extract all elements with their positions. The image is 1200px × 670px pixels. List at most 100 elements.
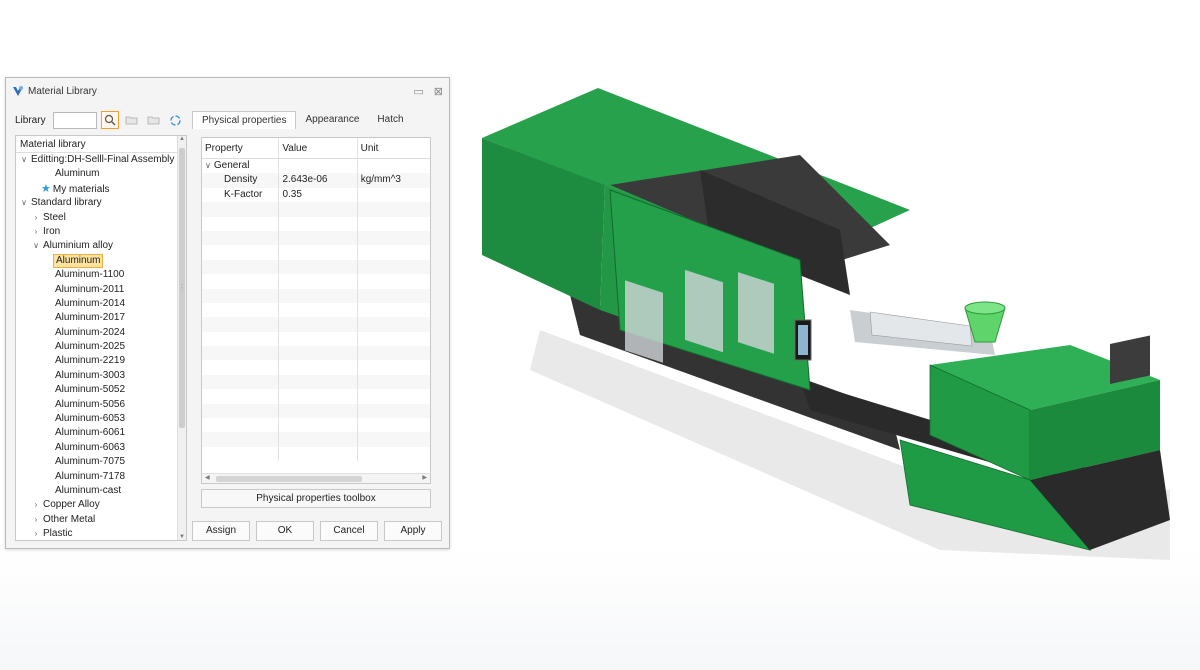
chevron-right-icon[interactable]: › xyxy=(31,225,41,239)
tree-item[interactable]: ∨ Aluminium alloy xyxy=(16,239,186,253)
chevron-right-icon[interactable]: › xyxy=(31,498,41,512)
scroll-left-icon[interactable]: ◀ xyxy=(205,474,210,481)
search-button[interactable] xyxy=(100,111,119,129)
chevron-right-icon[interactable]: › xyxy=(31,211,41,225)
cancel-button[interactable]: Cancel xyxy=(320,521,378,541)
scroll-right-icon[interactable]: ▶ xyxy=(422,474,427,481)
chevron-down-icon[interactable]: ∨ xyxy=(31,239,41,253)
tree-item-label: Aluminum-2024 xyxy=(55,326,126,338)
control-panel-display xyxy=(798,325,808,355)
folder-export-icon xyxy=(147,116,159,125)
scroll-down-icon[interactable]: ▼ xyxy=(178,534,186,540)
pin-icon[interactable]: ▭ xyxy=(413,85,423,98)
tree-item[interactable]: Aluminum-2219 xyxy=(16,354,186,368)
empty-property-row xyxy=(202,288,430,303)
tree-item-label: Aluminum-5056 xyxy=(55,398,126,410)
tree-item[interactable]: › Iron xyxy=(16,225,186,239)
tree-item[interactable]: Aluminum-2024 xyxy=(16,326,186,340)
tree-scrollbar[interactable]: ▲ ▼ xyxy=(177,136,186,540)
property-value[interactable]: 2.643e-06 xyxy=(279,173,358,188)
tree-item-label: Aluminium alloy xyxy=(43,240,114,252)
ok-button[interactable]: OK xyxy=(256,521,314,541)
tree-item[interactable]: Aluminum-5056 xyxy=(16,398,186,412)
property-row[interactable]: K-Factor 0.35 xyxy=(202,187,430,203)
tree-item[interactable]: Aluminum xyxy=(16,253,186,268)
empty-property-row xyxy=(202,331,430,347)
chevron-down-icon[interactable]: ∨ xyxy=(19,153,29,167)
empty-property-row xyxy=(202,403,430,419)
tree-item[interactable]: Aluminum-5052 xyxy=(16,383,186,397)
scroll-up-icon[interactable]: ▲ xyxy=(178,136,186,142)
column-header-property[interactable]: Property xyxy=(202,138,280,158)
tree-item[interactable]: › Copper Alloy xyxy=(16,498,186,512)
tree-item-label: Aluminum-2011 xyxy=(55,283,125,295)
tree-item-label: Aluminum xyxy=(55,168,100,180)
apply-button[interactable]: Apply xyxy=(384,521,442,541)
empty-property-row xyxy=(202,202,430,217)
properties-hscrollbar[interactable]: ◀ ▶ xyxy=(202,473,430,483)
close-icon[interactable]: ⊠ xyxy=(434,85,443,98)
material-tree[interactable]: Material library ∨ Editting:DH-Selll-Fina… xyxy=(15,135,187,541)
tree-item[interactable]: Aluminum-3003 xyxy=(16,369,186,383)
tree-item[interactable]: Aluminum-6061 xyxy=(16,426,186,440)
tree-item[interactable]: Aluminum-6063 xyxy=(16,441,186,455)
tree-item[interactable]: Aluminum xyxy=(16,167,186,181)
physical-properties-toolbox-button[interactable]: Physical properties toolbox xyxy=(201,489,431,508)
property-row[interactable]: Density 2.643e-06 kg/mm^3 xyxy=(202,173,430,188)
tree-item[interactable]: Aluminum-7075 xyxy=(16,455,186,469)
column-header-unit[interactable]: Unit xyxy=(358,138,430,158)
panel-splitter[interactable]: ⋮ xyxy=(178,283,186,292)
material-library-dialog: Material Library ▭ ⊠ Library Physical pr… xyxy=(5,77,450,549)
empty-property-row xyxy=(202,446,430,462)
tree-item[interactable]: Aluminum-cast xyxy=(16,484,186,498)
property-group-row[interactable]: ∨ General xyxy=(202,159,430,174)
cabinet-vent xyxy=(1110,335,1150,384)
tab-appearance[interactable]: Appearance xyxy=(296,111,368,129)
chevron-down-icon[interactable]: ∨ xyxy=(19,196,29,210)
empty-property-row xyxy=(202,374,430,390)
tree-item[interactable]: ∨ Editting:DH-Selll-Final Assembly xyxy=(16,153,186,167)
tree-item[interactable]: Aluminum-1100 xyxy=(16,268,186,282)
tree-item-label: Editting:DH-Selll-Final Assembly xyxy=(31,154,175,165)
tree-item-label: Aluminum-7075 xyxy=(55,456,126,468)
properties-hscroll-thumb[interactable] xyxy=(216,476,362,482)
tree-item-label: Other Metal xyxy=(43,513,96,525)
assign-button[interactable]: Assign xyxy=(192,521,250,541)
column-header-value[interactable]: Value xyxy=(279,138,358,158)
empty-property-row xyxy=(202,317,430,332)
tree-item[interactable]: › Plastic xyxy=(16,527,186,540)
guard-window-3 xyxy=(738,272,774,354)
export-library-button[interactable] xyxy=(145,111,163,129)
tree-item-label: Standard library xyxy=(31,197,102,209)
tree-item[interactable]: ★ My materials xyxy=(16,182,186,196)
refresh-button[interactable] xyxy=(167,111,185,129)
tree-item[interactable]: ∨ Standard library xyxy=(16,196,186,210)
app-logo-icon xyxy=(13,86,23,96)
machine-3d-model[interactable] xyxy=(470,80,1180,580)
property-unit xyxy=(358,188,430,202)
import-library-button[interactable] xyxy=(123,111,141,129)
tree-item[interactable]: Aluminum-7178 xyxy=(16,470,186,484)
tree-item[interactable]: Aluminum-6053 xyxy=(16,412,186,426)
empty-property-row xyxy=(202,245,430,260)
tree-item[interactable]: Aluminum-2025 xyxy=(16,340,186,354)
star-icon: ★ xyxy=(41,182,51,195)
property-value[interactable]: 0.35 xyxy=(279,187,358,203)
empty-property-row xyxy=(202,346,430,361)
refresh-icon xyxy=(170,114,181,126)
tree-item[interactable]: Aluminum-2014 xyxy=(16,297,186,311)
chevron-right-icon[interactable]: › xyxy=(31,527,41,540)
tab-physical-properties[interactable]: Physical properties xyxy=(192,111,297,129)
chevron-down-icon[interactable]: ∨ xyxy=(205,161,211,170)
tree-item[interactable]: › Steel xyxy=(16,211,186,225)
tree-item[interactable]: Aluminum-2017 xyxy=(16,311,186,325)
tree-item[interactable]: Aluminum-2011 xyxy=(16,283,186,297)
tree-item[interactable]: › Other Metal xyxy=(16,513,186,527)
property-name: General xyxy=(213,160,250,171)
library-search-input[interactable] xyxy=(52,111,97,129)
chevron-right-icon[interactable]: › xyxy=(31,513,41,527)
tab-hatch[interactable]: Hatch xyxy=(368,111,412,129)
tree-item-label: Aluminum-cast xyxy=(55,484,122,496)
dialog-titlebar[interactable]: Material Library ▭ ⊠ xyxy=(6,78,449,104)
property-value[interactable] xyxy=(279,159,358,174)
